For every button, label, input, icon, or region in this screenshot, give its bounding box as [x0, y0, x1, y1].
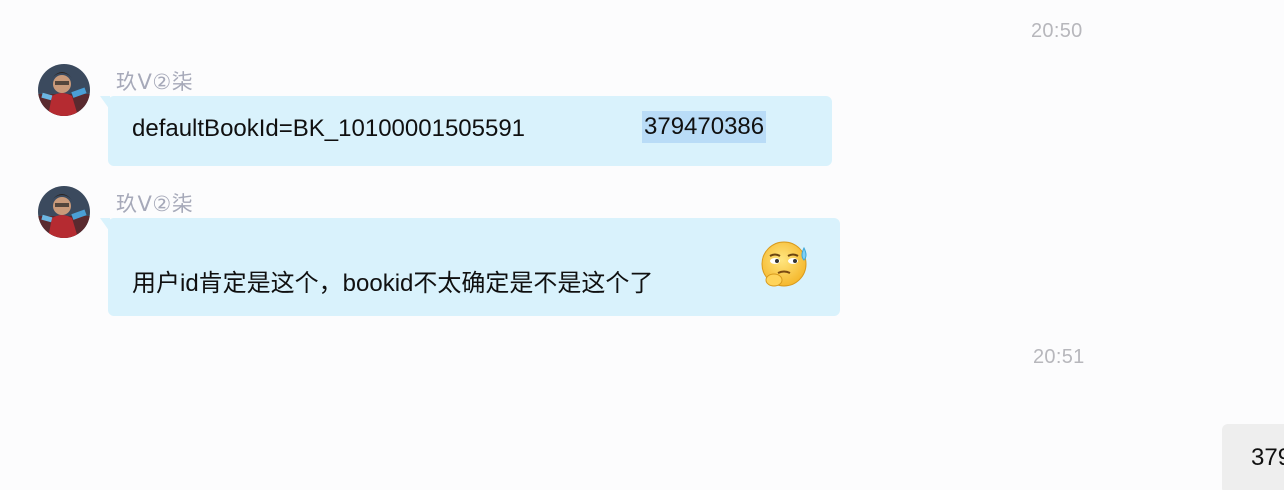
- outgoing-message-bubble[interactable]: 379: [1222, 424, 1284, 490]
- sender-name: 玖Ⅴ②柒: [116, 193, 194, 216]
- timestamp: 20:51: [1033, 346, 1085, 368]
- selected-text[interactable]: 379470386: [642, 111, 767, 143]
- sender-avatar[interactable]: [38, 186, 90, 238]
- chat-message-list[interactable]: 20:50 玖Ⅴ②柒 defaultBookId=BK_101000015055…: [0, 0, 1284, 490]
- timestamp: 20:50: [1031, 20, 1083, 42]
- user-avatar-icon: [38, 64, 90, 116]
- user-avatar-icon: [38, 186, 90, 238]
- incoming-message-bubble[interactable]: 用户id肯定是这个，bookid不太确定是不是这个了: [100, 218, 840, 316]
- incoming-message-bubble[interactable]: defaultBookId=BK_10100001505591 37947038…: [100, 96, 832, 166]
- message-text[interactable]: 用户id肯定是这个，bookid不太确定是不是这个了: [132, 263, 653, 298]
- message-text[interactable]: 379: [1251, 444, 1284, 472]
- sweat-thinking-emoji-icon: [761, 241, 807, 287]
- sender-name: 玖Ⅴ②柒: [116, 71, 194, 94]
- bubble-tail: [100, 218, 110, 232]
- sender-avatar[interactable]: [38, 64, 90, 116]
- bubble-tail: [100, 96, 110, 110]
- message-text[interactable]: defaultBookId=BK_10100001505591: [132, 115, 525, 143]
